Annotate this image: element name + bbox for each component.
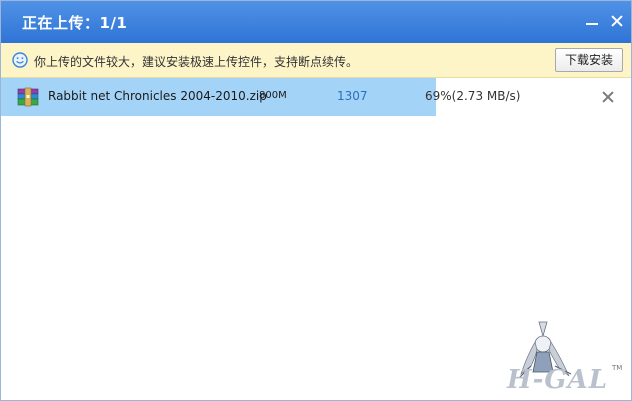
upload-file-row: Rabbit net Chronicles 2004-2010.zip 800M… (1, 78, 631, 116)
file-name: Rabbit net Chronicles 2004-2010.zip (48, 89, 267, 103)
winrar-archive-icon (17, 87, 39, 107)
cancel-upload-icon[interactable] (602, 91, 614, 103)
minimize-icon[interactable] (585, 14, 599, 28)
watermark-text: H-GAL (507, 365, 609, 395)
download-install-button[interactable]: 下载安装 (555, 48, 623, 72)
notice-bar: 你上传的文件较大，建议安装极速上传控件，支持断点续传。 下载安装 (1, 43, 631, 78)
smile-icon (12, 52, 28, 68)
file-size: 800M (259, 90, 287, 101)
watermark-tm: TM (612, 364, 623, 372)
watermark-logo: H-GAL TM (501, 316, 627, 398)
close-icon[interactable] (610, 14, 624, 28)
title-bar: 正在上传：1/1 (1, 1, 631, 43)
upload-status: 69%(2.73 MB/s) (425, 89, 521, 103)
upload-window: 正在上传：1/1 你上传的文件较大，建议安装极速上传控件，支持断点续传。 下载安… (0, 0, 632, 401)
notice-text: 你上传的文件较大，建议安装极速上传控件，支持断点续传。 (34, 55, 359, 69)
window-title: 正在上传：1/1 (22, 14, 128, 32)
file-count: 1307 (337, 89, 368, 103)
